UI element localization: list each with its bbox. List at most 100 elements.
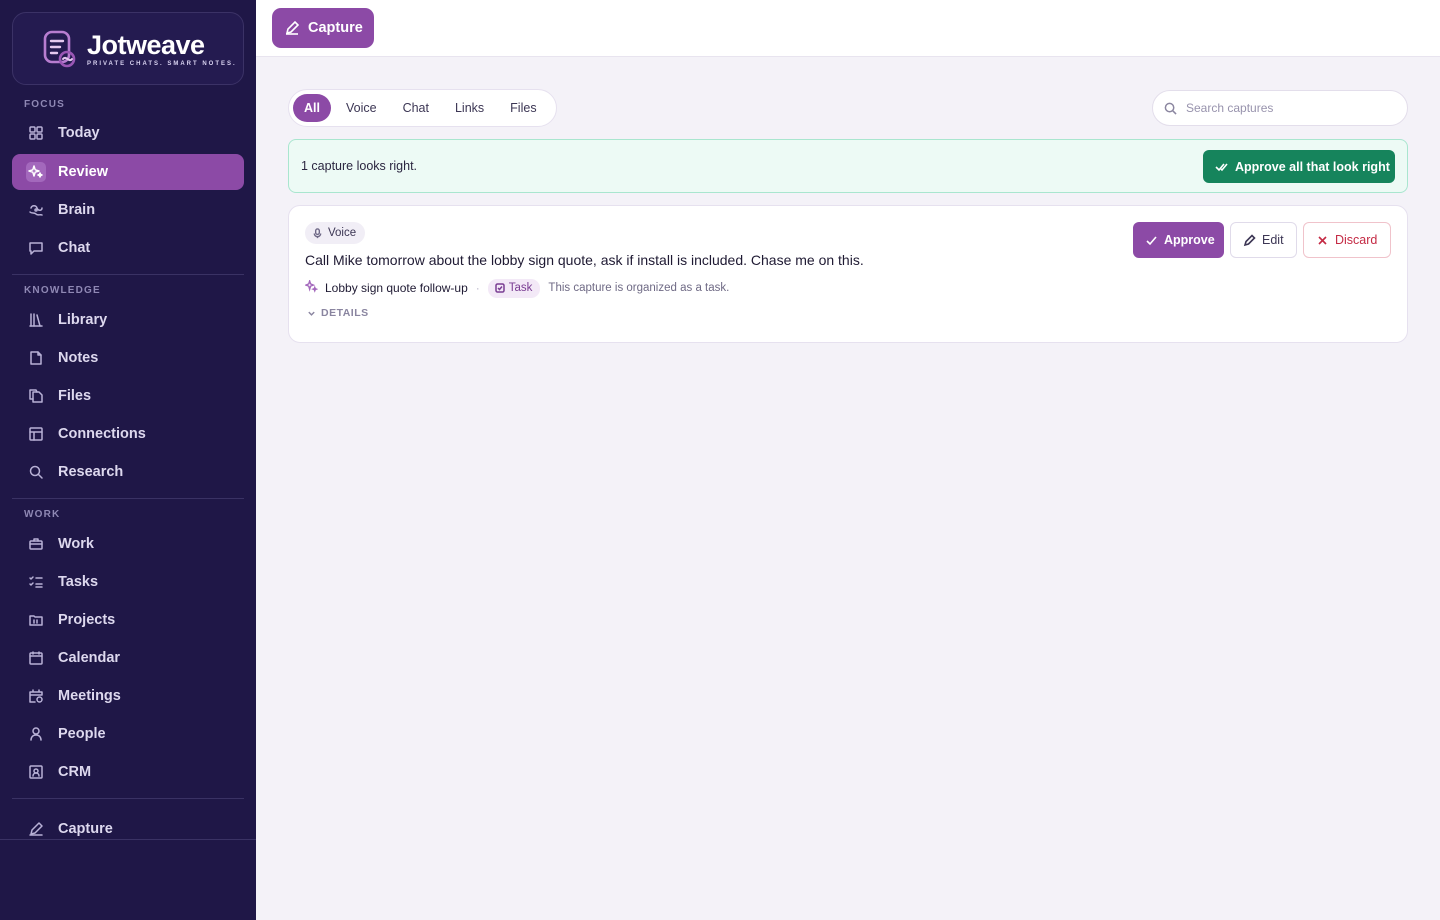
sidebar-item-connections[interactable]: Connections — [12, 416, 244, 452]
sidebar-item-label: Tasks — [58, 574, 99, 590]
tab-voice[interactable]: Voice — [335, 94, 388, 122]
sidebar-divider — [0, 839, 256, 840]
note-icon — [26, 348, 46, 368]
sidebar-item-projects[interactable]: Projects — [12, 602, 244, 638]
approve-button[interactable]: Approve — [1133, 222, 1224, 258]
edit-button[interactable]: Edit — [1230, 222, 1297, 258]
brand-tagline: PRIVATE CHATS. SMART NOTES. — [87, 60, 237, 67]
capture-text: Call Mike tomorrow about the lobby sign … — [305, 252, 864, 268]
capture-button-label: Capture — [308, 20, 363, 36]
library-icon — [26, 310, 46, 330]
search-box[interactable] — [1152, 90, 1408, 126]
top-bar: Capture — [256, 0, 1440, 57]
discard-label: Discard — [1335, 233, 1378, 247]
sidebar-item-capture[interactable]: Capture — [12, 811, 244, 847]
folder-icon — [26, 610, 46, 630]
approve-label: Approve — [1164, 233, 1215, 247]
capture-note: This capture is organized as a task. — [548, 282, 730, 294]
details-toggle[interactable]: DETAILS — [307, 307, 369, 319]
files-icon — [26, 386, 46, 406]
sidebar-item-label: CRM — [58, 764, 92, 780]
sidebar-divider — [12, 274, 244, 275]
filter-tabs: All Voice Chat Links Files — [288, 89, 557, 127]
sidebar-item-label: Files — [58, 388, 92, 404]
grid-icon — [26, 123, 46, 143]
sidebar-item-label: Today — [58, 125, 100, 141]
sidebar-item-label: Calendar — [58, 650, 121, 666]
sidebar-item-work[interactable]: Work — [12, 526, 244, 562]
sidebar-item-library[interactable]: Library — [12, 302, 244, 338]
logo-mark-icon — [43, 30, 76, 67]
person-icon — [26, 724, 46, 744]
sidebar-item-tasks[interactable]: Tasks — [12, 564, 244, 600]
approve-all-button[interactable]: Approve all that look right — [1203, 150, 1395, 183]
type-label: Task — [508, 282, 533, 294]
discard-button[interactable]: Discard — [1303, 222, 1391, 258]
sidebar-item-label: Projects — [58, 612, 116, 628]
sidebar-item-label: Research — [58, 464, 124, 480]
calendar-clock-icon — [26, 686, 46, 706]
sidebar-item-calendar[interactable]: Calendar — [12, 640, 244, 676]
sidebar-item-review[interactable]: Review — [12, 154, 244, 190]
separator-dot: · — [475, 281, 480, 295]
search-input[interactable] — [1186, 101, 1386, 115]
tab-all[interactable]: All — [293, 94, 331, 122]
sparkle-icon — [26, 162, 46, 182]
check-icon — [1146, 235, 1157, 245]
sidebar-item-label: Brain — [58, 202, 96, 218]
sidebar-item-crm[interactable]: CRM — [12, 754, 244, 790]
sidebar-item-meetings[interactable]: Meetings — [12, 678, 244, 714]
chat-icon — [26, 238, 46, 258]
source-label: Voice — [328, 227, 357, 239]
contact-card-icon — [26, 762, 46, 782]
tab-links[interactable]: Links — [444, 94, 495, 122]
sidebar-item-files[interactable]: Files — [12, 378, 244, 414]
section-label-focus: FOCUS — [24, 99, 65, 110]
sidebar-item-label: Review — [58, 164, 108, 180]
brain-icon — [26, 200, 46, 220]
sidebar-item-label: Connections — [58, 426, 146, 442]
approve-all-label: Approve all that look right — [1235, 159, 1390, 174]
source-badge: Voice — [305, 222, 366, 244]
type-badge: Task — [487, 278, 541, 298]
search-icon — [1164, 102, 1177, 115]
sidebar-item-today[interactable]: Today — [12, 115, 244, 151]
briefcase-icon — [26, 534, 46, 554]
sparkle-icon — [304, 278, 325, 296]
pencil-icon — [1243, 233, 1256, 246]
sidebar-item-people[interactable]: People — [12, 716, 244, 752]
sidebar: Jotweave PRIVATE CHATS. SMART NOTES. FOC… — [0, 0, 256, 920]
pencil-icon — [285, 20, 300, 35]
tab-chat[interactable]: Chat — [392, 94, 440, 122]
sidebar-item-chat[interactable]: Chat — [12, 230, 244, 266]
calendar-icon — [26, 648, 46, 668]
pencil-icon — [26, 819, 46, 839]
banner-text: 1 capture looks right. — [301, 159, 418, 173]
sidebar-divider — [12, 498, 244, 499]
sidebar-item-label: Meetings — [58, 688, 121, 704]
brand-name: Jotweave — [87, 29, 205, 60]
sidebar-item-research[interactable]: Research — [12, 454, 244, 490]
section-label-knowledge: KNOWLEDGE — [24, 285, 101, 296]
capture-card: Voice Call Mike tomorrow about the lobby… — [288, 205, 1408, 343]
edit-label: Edit — [1262, 233, 1284, 247]
checklist-icon — [26, 572, 46, 592]
close-icon — [1318, 235, 1327, 245]
sidebar-item-brain[interactable]: Brain — [12, 192, 244, 228]
tab-files[interactable]: Files — [499, 94, 547, 122]
layout-icon — [26, 424, 46, 444]
sidebar-item-label: Work — [58, 536, 94, 552]
brand-logo[interactable]: Jotweave PRIVATE CHATS. SMART NOTES. — [12, 12, 244, 85]
approval-banner: 1 capture looks right. Approve all that … — [288, 139, 1408, 193]
sidebar-item-label: Capture — [58, 821, 113, 837]
search-icon — [26, 462, 46, 482]
capture-meta: Lobby sign quote follow-up · Task This c… — [304, 278, 730, 298]
double-check-icon — [1215, 162, 1228, 171]
sidebar-item-notes[interactable]: Notes — [12, 340, 244, 376]
capture-title: Lobby sign quote follow-up — [325, 281, 468, 295]
section-label-work: WORK — [24, 509, 61, 520]
microphone-icon — [313, 227, 322, 238]
capture-button[interactable]: Capture — [272, 8, 374, 48]
sidebar-item-label: Notes — [58, 350, 99, 366]
sidebar-item-label: Chat — [58, 240, 91, 256]
